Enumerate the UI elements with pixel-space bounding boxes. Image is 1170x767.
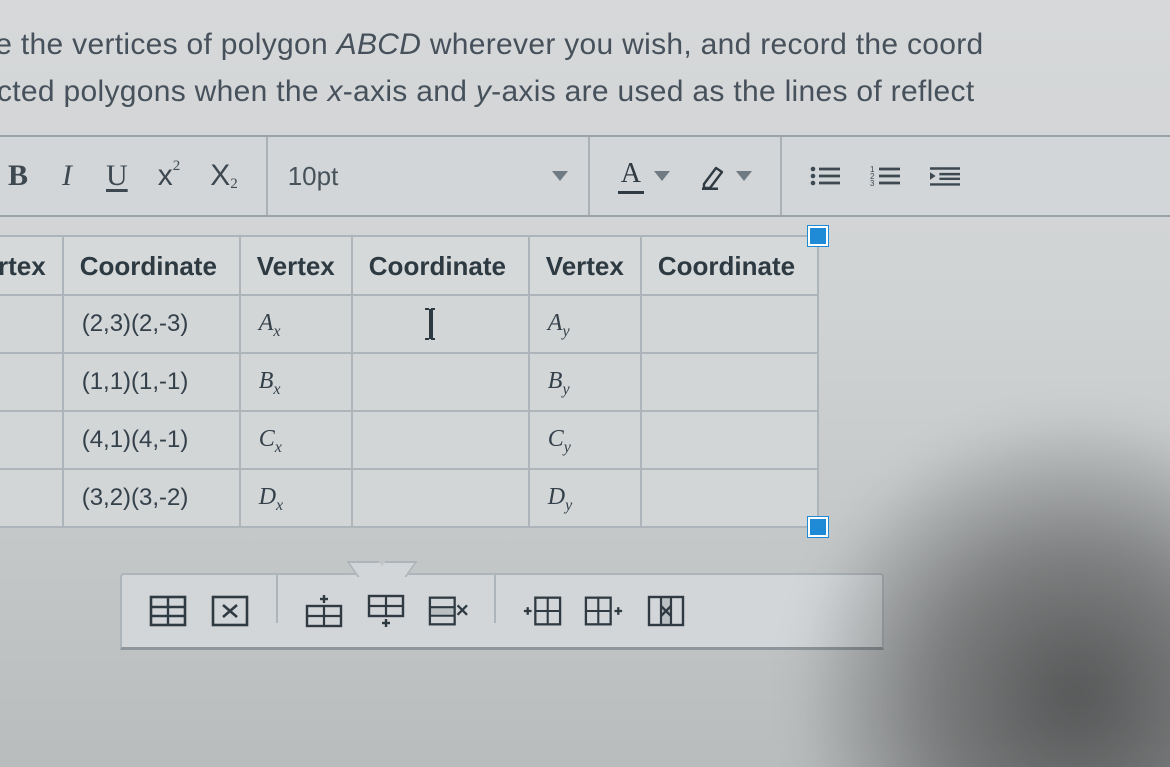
text-color-a-icon: A bbox=[618, 158, 644, 194]
sub-base: X bbox=[210, 159, 230, 193]
instr-l2-e: -axis are used as the lines of reflect bbox=[491, 75, 974, 108]
cell-coord-a[interactable]: (4,1)(4,-1) bbox=[64, 412, 239, 468]
cell-coord-a[interactable]: (2,3)(2,-3) bbox=[64, 296, 239, 352]
cell-coord-c[interactable] bbox=[642, 412, 817, 468]
cell-coord-b[interactable] bbox=[353, 354, 528, 410]
screen: ce the vertices of polygon ABCD wherever… bbox=[0, 0, 1170, 767]
insert-column-left-button[interactable] bbox=[522, 593, 562, 629]
cell-coord-c[interactable] bbox=[642, 470, 817, 526]
cell-coord-c[interactable] bbox=[642, 296, 817, 352]
underline-button[interactable]: U bbox=[96, 155, 138, 197]
cell-vertex-b[interactable]: Dx bbox=[241, 470, 351, 526]
cell-vertex-a[interactable] bbox=[0, 470, 62, 526]
table-row[interactable]: (3,2)(3,-2) Dx Dy bbox=[0, 469, 818, 527]
subscript-button[interactable]: X2 bbox=[200, 155, 248, 197]
toolbar-notch bbox=[352, 561, 412, 575]
cell-coord-b-active[interactable] bbox=[353, 296, 528, 352]
table-tools-toolbar bbox=[120, 573, 884, 650]
cell-coord-b[interactable] bbox=[353, 470, 528, 526]
chevron-down-icon bbox=[736, 171, 752, 181]
cell-coord-c[interactable] bbox=[642, 354, 817, 410]
delete-table-button[interactable] bbox=[210, 593, 250, 629]
cell-vertex-b[interactable]: Cx bbox=[241, 412, 351, 468]
insert-row-below-button[interactable] bbox=[366, 593, 406, 629]
sup-exp: 2 bbox=[173, 158, 181, 175]
instr-abcd: ABCD bbox=[337, 28, 422, 61]
highlight-color-button[interactable] bbox=[690, 158, 762, 194]
data-table[interactable]: rtex Coordinate Vertex Coordinate Vertex… bbox=[0, 235, 819, 528]
cell-coord-b[interactable] bbox=[353, 412, 528, 468]
italic-label: I bbox=[62, 159, 72, 193]
table-row[interactable]: (2,3)(2,-3) Ax Ay bbox=[0, 295, 818, 353]
superscript-button[interactable]: x2 bbox=[148, 155, 191, 197]
text-cursor-icon bbox=[423, 307, 437, 341]
delete-row-button[interactable] bbox=[428, 593, 468, 629]
insert-column-right-button[interactable] bbox=[584, 593, 624, 629]
table-row[interactable]: (4,1)(4,-1) Cx Cy bbox=[0, 411, 818, 469]
col-coord-c: Coordinate bbox=[642, 237, 817, 294]
col-vertex-a: rtex bbox=[0, 237, 62, 294]
rich-text-toolbar: B I U x2 X2 10pt A bbox=[0, 135, 1170, 217]
cell-vertex-c[interactable]: Dy bbox=[530, 470, 640, 526]
bold-button[interactable]: B bbox=[0, 155, 38, 197]
insert-table-button[interactable] bbox=[148, 593, 188, 629]
table-header-row: rtex Coordinate Vertex Coordinate Vertex… bbox=[0, 236, 818, 295]
col-coord-b: Coordinate bbox=[353, 237, 528, 294]
font-size-label: 10pt bbox=[288, 161, 339, 192]
table-row[interactable]: (1,1)(1,-1) Bx By bbox=[0, 353, 818, 411]
instr-y: y bbox=[476, 75, 491, 108]
instructions-text: ce the vertices of polygon ABCD wherever… bbox=[0, 0, 1170, 121]
bold-label: B bbox=[8, 159, 28, 193]
instr-l2-a: ected polygons when the bbox=[0, 75, 327, 108]
indent-button[interactable] bbox=[920, 160, 970, 192]
cell-vertex-b[interactable]: Bx bbox=[241, 354, 351, 410]
sup-base: x bbox=[158, 159, 173, 193]
font-size-select[interactable]: 10pt bbox=[268, 137, 588, 215]
cell-vertex-c[interactable]: Ay bbox=[530, 296, 640, 352]
instr-l1-c: wherever you wish, and record the coord bbox=[421, 28, 983, 61]
chevron-down-icon bbox=[654, 171, 670, 181]
instr-l2-c: -axis and bbox=[343, 75, 476, 108]
cell-vertex-a[interactable] bbox=[0, 296, 62, 352]
insert-row-above-button[interactable] bbox=[304, 593, 344, 629]
col-coord-a: Coordinate bbox=[64, 237, 239, 294]
cell-vertex-a[interactable] bbox=[0, 354, 62, 410]
cell-coord-a[interactable]: (1,1)(1,-1) bbox=[64, 354, 239, 410]
delete-column-button[interactable] bbox=[646, 593, 686, 629]
col-vertex-c: Vertex bbox=[530, 237, 640, 294]
svg-text:3: 3 bbox=[870, 179, 875, 187]
cell-vertex-b[interactable]: Ax bbox=[241, 296, 351, 352]
sub-exp: 2 bbox=[230, 176, 238, 193]
numbered-list-button[interactable]: 1 2 3 bbox=[860, 160, 910, 192]
page: ce the vertices of polygon ABCD wherever… bbox=[0, 0, 1170, 761]
instr-x: x bbox=[327, 75, 342, 108]
text-color-button[interactable]: A bbox=[608, 154, 680, 198]
highlighter-icon bbox=[700, 162, 726, 190]
bullet-list-button[interactable] bbox=[800, 160, 850, 192]
italic-button[interactable]: I bbox=[48, 155, 86, 197]
instr-l1-a: ce the vertices of polygon bbox=[0, 28, 337, 61]
selection-handle-top-right[interactable] bbox=[808, 226, 828, 246]
col-vertex-b: Vertex bbox=[241, 237, 351, 294]
underline-label: U bbox=[106, 159, 128, 193]
selection-handle-bottom-right[interactable] bbox=[808, 517, 828, 537]
cell-coord-a[interactable]: (3,2)(3,-2) bbox=[64, 470, 239, 526]
cell-vertex-a[interactable] bbox=[0, 412, 62, 468]
editor-content[interactable]: rtex Coordinate Vertex Coordinate Vertex… bbox=[0, 235, 1170, 650]
chevron-down-icon bbox=[552, 171, 568, 181]
cell-vertex-c[interactable]: Cy bbox=[530, 412, 640, 468]
cell-vertex-c[interactable]: By bbox=[530, 354, 640, 410]
caret-icon bbox=[431, 310, 433, 340]
